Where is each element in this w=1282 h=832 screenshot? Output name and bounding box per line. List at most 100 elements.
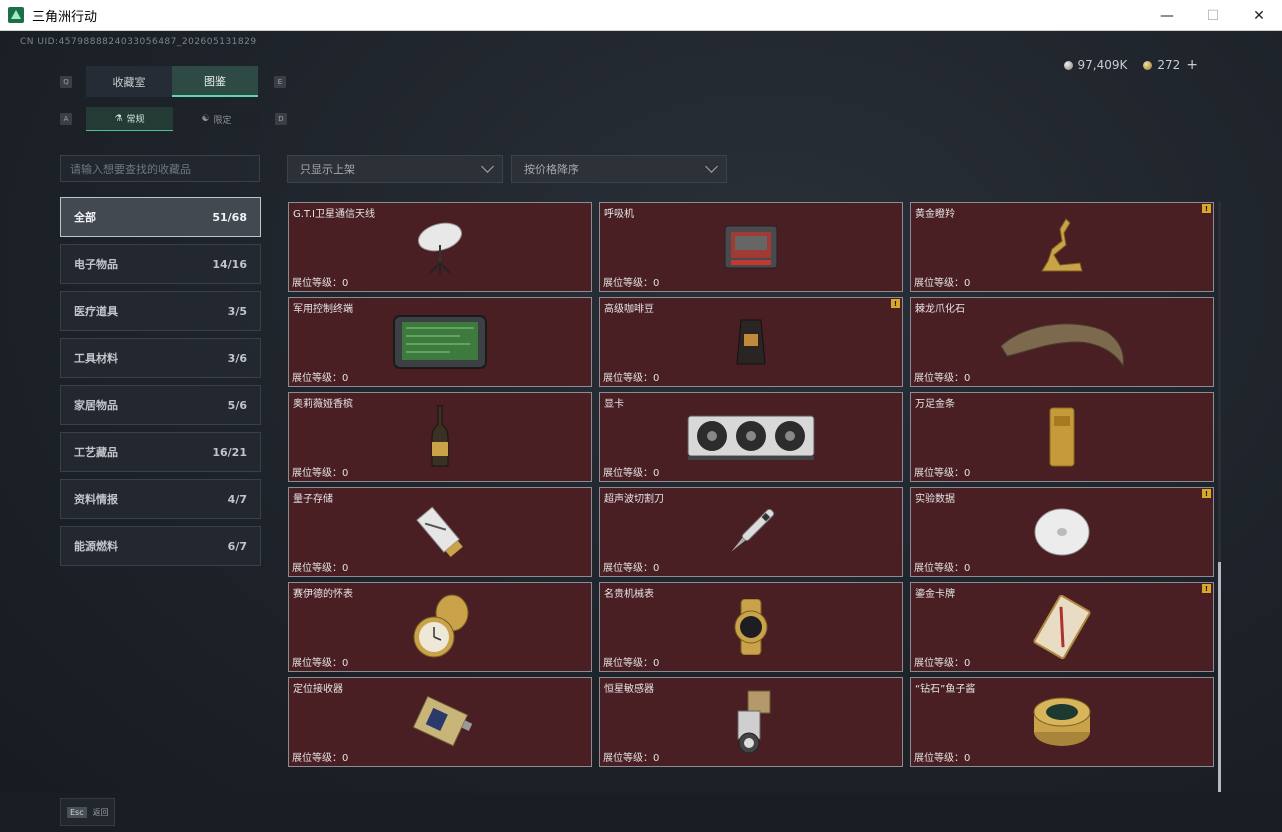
collectible-grid: G.T.I卫星通信天线 展位等级：0 呼吸机 展位等级：0 黄金瞪羚 ! 展位等… [288,202,1214,767]
booth-level: 展位等级：0 [914,658,971,669]
claw-fossil-icon [1000,323,1124,368]
window-title: 三角洲行动 [32,9,98,25]
collectible-card[interactable]: 显卡 展位等级：0 [599,392,903,482]
booth-level: 展位等级：0 [914,278,971,289]
key-hint-q: Q [60,76,72,88]
collectible-card[interactable]: 高级咖啡豆 ! 展位等级：0 [599,297,903,387]
search-input[interactable]: 请输入想要查找的收藏品 [60,155,260,182]
key-hint-a: A [60,113,72,125]
key-hint-d: D [275,113,287,125]
item-name: 超声波切割刀 [604,494,664,505]
category-electronics[interactable]: 电子物品 14/16 [60,244,261,284]
item-name: G.T.I卫星通信天线 [293,209,375,220]
item-name: 万足金条 [915,399,955,410]
gold-gazelle-icon [1041,218,1083,272]
category-all[interactable]: 全部 51/68 [60,197,261,237]
grid-scrollbar[interactable] [1218,202,1221,792]
category-household[interactable]: 家居物品 5/6 [60,385,261,425]
gps-receiver-icon [412,695,472,747]
status-badge: ! [891,299,900,308]
gold-coin-icon [1143,61,1153,70]
category-medical[interactable]: 医疗道具 3/5 [60,291,261,331]
star-sensor-icon [737,690,771,754]
tab-regular[interactable]: ⚗ 常规 [86,107,173,131]
graphics-card-icon [687,415,815,460]
category-energy[interactable]: 能源燃料 6/7 [60,526,261,566]
booth-level: 展位等级：0 [914,563,971,574]
booth-level: 展位等级：0 [292,373,349,384]
item-name: 实验数据 [915,494,955,505]
status-badge: ! [1202,204,1211,213]
tab-collection-room[interactable]: 收藏室 [86,66,172,97]
shelf-filter-dropdown[interactable]: 只显示上架 [287,155,503,183]
sub-tabs: ⚗ 常规 ☯ 限定 [86,107,260,131]
booth-level: 展位等级：0 [603,753,660,764]
silver-balance: 97,409K [1063,58,1127,72]
tab-codex[interactable]: 图鉴 [172,66,258,97]
wristwatch-icon [734,599,768,655]
quantum-storage-icon [416,506,463,558]
minimize-button[interactable]: — [1144,0,1190,31]
silver-coin-icon [1063,61,1073,70]
gold-balance: 272 + [1143,57,1198,73]
item-name: 鎏金卡牌 [915,589,955,600]
control-terminal-icon [393,315,487,369]
item-name: 赛伊德的怀表 [293,589,353,600]
collectible-card[interactable]: 实验数据 ! 展位等级：0 [910,487,1214,577]
collectible-card[interactable]: 奥莉薇娅香槟 展位等级：0 [288,392,592,482]
category-crafts[interactable]: 工艺藏品 16/21 [60,432,261,472]
booth-level: 展位等级：0 [914,373,971,384]
maximize-button[interactable]: ☐ [1190,0,1236,31]
booth-level: 展位等级：0 [603,468,660,479]
data-disc-icon [1034,508,1090,556]
game-area: CN UID:4579888824033056487_202605131829 … [0,31,1282,832]
key-hint-e: E [274,76,286,88]
collectible-card[interactable]: 棘龙爪化石 展位等级：0 [910,297,1214,387]
sort-dropdown[interactable]: 按价格降序 [511,155,727,183]
item-name: 量子存储 [293,494,333,505]
category-tools[interactable]: 工具材料 3/6 [60,338,261,378]
caviar-tin-icon [1033,697,1091,746]
collectible-card[interactable]: 呼吸机 展位等级：0 [599,202,903,292]
booth-level: 展位等级：0 [292,563,349,574]
scroll-thumb[interactable] [1218,562,1221,792]
ventilator-icon [724,225,778,269]
booth-level: 展位等级：0 [292,658,349,669]
collectible-card[interactable]: 量子存储 展位等级：0 [288,487,592,577]
item-name: 恒星敏感器 [604,684,654,695]
esc-key-hint: Esc [67,806,87,818]
item-name: 奥莉薇娅香槟 [293,399,353,410]
collectible-card[interactable]: 鎏金卡牌 ! 展位等级：0 [910,582,1214,672]
collectible-card[interactable]: 名贵机械表 展位等级：0 [599,582,903,672]
item-name: “钻石”鱼子酱 [915,684,976,695]
collectible-card[interactable]: 军用控制终端 展位等级：0 [288,297,592,387]
item-name: 名贵机械表 [604,589,654,600]
close-button[interactable]: ✕ [1236,0,1282,31]
item-name: 黄金瞪羚 [915,209,955,220]
back-button[interactable]: Esc 返回 [60,798,115,826]
item-name: 定位接收器 [293,684,343,695]
item-name: 呼吸机 [604,209,634,220]
collectible-card[interactable]: 赛伊德的怀表 展位等级：0 [288,582,592,672]
collectible-card[interactable]: G.T.I卫星通信天线 展位等级：0 [288,202,592,292]
bottom-bar: Esc 返回 [0,793,1282,832]
pocket-watch-icon [413,594,469,658]
booth-level: 展位等级：0 [603,658,660,669]
limited-icon: ☯ [201,114,210,124]
add-currency-button[interactable]: + [1186,57,1198,73]
collectible-card[interactable]: 定位接收器 展位等级：0 [288,677,592,767]
tab-limited[interactable]: ☯ 限定 [173,107,260,131]
collectible-card[interactable]: 万足金条 展位等级：0 [910,392,1214,482]
booth-level: 展位等级：0 [603,563,660,574]
gilded-card-icon [1033,594,1091,660]
item-name: 棘龙爪化石 [915,304,965,315]
collectible-card[interactable]: 恒星敏感器 展位等级：0 [599,677,903,767]
coffee-bag-icon [736,319,766,365]
collectible-card[interactable]: 超声波切割刀 展位等级：0 [599,487,903,577]
collectible-card[interactable]: 黄金瞪羚 ! 展位等级：0 [910,202,1214,292]
booth-level: 展位等级：0 [292,753,349,764]
collectible-card[interactable]: “钻石”鱼子酱 展位等级：0 [910,677,1214,767]
regular-icon: ⚗ [114,113,123,124]
user-uid: CN UID:4579888824033056487_202605131829 [20,37,257,47]
category-intel[interactable]: 资料情报 4/7 [60,479,261,519]
